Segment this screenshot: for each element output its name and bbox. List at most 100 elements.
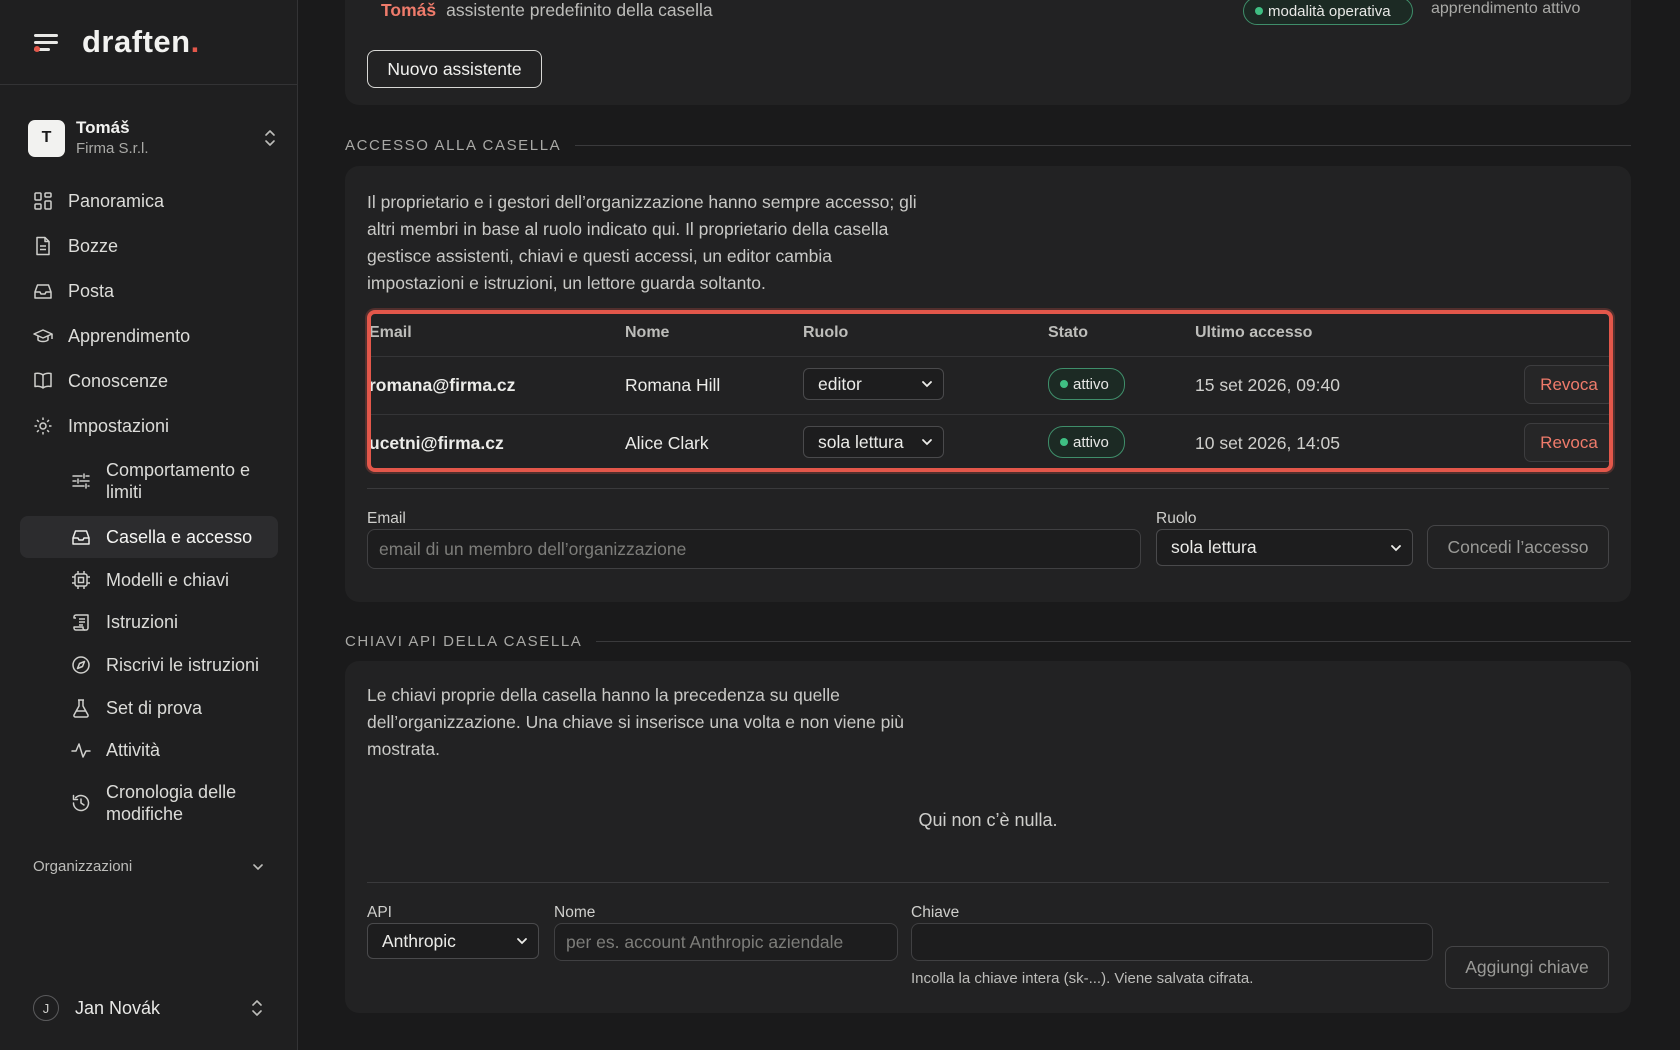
sidebar-item-label: Bozze [68, 236, 119, 256]
document-icon [36, 236, 50, 256]
status-badge: attivo [1048, 368, 1125, 400]
logo[interactable]: draften. [82, 24, 200, 60]
book-icon [34, 372, 52, 389]
column-header-status: Stato [1048, 324, 1088, 341]
grid-icon [34, 192, 52, 210]
sidebar-item-label: Set di prova [106, 698, 203, 718]
chevron-down-icon [517, 938, 527, 945]
api-key-field[interactable] [911, 923, 1433, 961]
sidebar-item-apprendimento[interactable]: Apprendimento [20, 315, 278, 357]
account-avatar: T [28, 119, 65, 157]
assistant-name[interactable]: Tomáš [381, 0, 436, 21]
sidebar-item-bozze[interactable]: Bozze [20, 225, 278, 267]
sidebar-item-label: Posta [68, 281, 115, 301]
sidebar-item-label: Conoscenze [68, 371, 169, 391]
sidebar-item-label: Panoramica [68, 191, 165, 211]
user-menu[interactable]: J Jan Novák [33, 994, 265, 1022]
sidebar-item-label: Riscrivi le istruzioni [106, 655, 260, 675]
graduation-cap-icon [33, 329, 53, 343]
sidebar-item-label: Modelli e chiavi [106, 570, 230, 590]
status-badge: attivo [1048, 426, 1125, 458]
email-label: Email [367, 510, 406, 527]
grant-access-button[interactable]: Concedi l’accesso [1427, 525, 1609, 569]
member-last-access: 15 set 2026, 09:40 [1195, 375, 1340, 395]
member-role-select[interactable]: editor [803, 368, 944, 400]
sliders-icon [72, 473, 90, 489]
sidebar-item-label: Impostazioni [68, 416, 170, 436]
inbox-icon [34, 284, 52, 299]
sidebar-item-label: Cronologia delle modifiche [106, 782, 237, 824]
scroll-icon [73, 614, 89, 631]
chevron-up-down-icon [265, 130, 275, 146]
column-header-email: Email [369, 324, 412, 341]
sidebar-item-cronologia[interactable]: Cronologia delle modifiche [20, 778, 278, 828]
member-role-select[interactable]: sola lettura [803, 426, 944, 458]
sidebar-item-conoscenze[interactable]: Conoscenze [20, 360, 278, 402]
user-name: Jan Novák [75, 997, 161, 1018]
sidebar-item-label: Comportamento e limiti [106, 460, 251, 502]
mode-badge: modalità operativa [1243, 0, 1413, 25]
chevron-down-icon [1391, 544, 1401, 551]
role-select[interactable]: sola lettura [1156, 529, 1413, 566]
member-email: romana@firma.cz [369, 375, 516, 395]
email-field[interactable]: email di un membro dell’organizzazione [367, 529, 1141, 569]
user-avatar: J [33, 995, 59, 1021]
history-icon [72, 794, 90, 812]
sidebar-item-modelli-chiavi[interactable]: Modelli e chiavi [20, 559, 278, 601]
api-keys-section-title: CHIAVI API DELLA CASELLA [345, 631, 1631, 651]
sidebar-item-attivita[interactable]: Attività [20, 729, 278, 771]
access-members-table: Email Nome Ruolo Stato Ultimo accesso ro… [367, 310, 1613, 472]
sidebar-item-set-prova[interactable]: Set di prova [20, 687, 278, 729]
flask-icon [73, 699, 89, 718]
key-name-field[interactable]: per es. account Anthropic aziendale [554, 923, 898, 961]
compass-icon [72, 656, 90, 674]
chip-icon [72, 571, 90, 589]
sidebar-item-istruzioni[interactable]: Istruzioni [20, 601, 278, 643]
access-description: Il proprietario e i gestori dell’organiz… [367, 192, 917, 293]
gear-icon [34, 417, 52, 435]
key-label: Chiave [911, 904, 960, 921]
key-name-label: Nome [554, 904, 596, 921]
row-divider [371, 356, 1609, 357]
api-provider-select[interactable]: Anthropic [367, 923, 539, 959]
account-switcher[interactable]: T Tomáš Firma S.r.l. [28, 116, 278, 160]
sidebar-item-casella-accesso[interactable]: Casella e accesso [20, 516, 278, 558]
chevron-down-icon [253, 863, 263, 870]
member-email: ucetni@firma.cz [369, 433, 504, 453]
inbox-icon [72, 530, 90, 545]
role-label: Ruolo [1156, 510, 1197, 527]
divider [367, 488, 1609, 489]
sidebar-item-label: Attività [106, 740, 161, 760]
sidebar-item-impostazioni[interactable]: Impostazioni [20, 405, 278, 447]
revoke-button[interactable]: Revoca [1524, 365, 1609, 404]
assistant-description: assistente predefinito della casella [446, 0, 713, 20]
row-divider [371, 414, 1609, 415]
new-assistant-button[interactable]: Nuovo assistente [367, 50, 542, 88]
assistant-row: Tomáš assistente predefinito della casel… [381, 0, 713, 21]
member-name: Romana Hill [625, 375, 721, 395]
sidebar-item-posta[interactable]: Posta [20, 270, 278, 312]
empty-state: Qui non c’è nulla. [918, 810, 1058, 830]
api-keys-description: Le chiavi proprie della casella hanno la… [367, 685, 904, 759]
api-key-hint: Incolla la chiave intera (sk-...). Viene… [911, 970, 1254, 987]
main-content: Tomáš assistente predefinito della casel… [298, 0, 1680, 1050]
sidebar-item-panoramica[interactable]: Panoramica [20, 180, 278, 222]
chevron-down-icon [922, 439, 932, 446]
activity-icon [71, 743, 91, 758]
chevron-up-down-icon [252, 1000, 262, 1016]
account-name: Tomáš [76, 118, 130, 137]
organizations-toggle[interactable]: Organizzazioni [33, 858, 265, 875]
sidebar-item-label: Istruzioni [106, 612, 179, 632]
chevron-down-icon [922, 381, 932, 388]
account-org: Firma S.r.l. [76, 140, 149, 157]
sidebar-item-riscrivi[interactable]: Riscrivi le istruzioni [20, 644, 278, 686]
sidebar-item-label: Casella e accesso [106, 527, 253, 547]
api-keys-card: Le chiavi proprie della casella hanno la… [345, 661, 1631, 1013]
revoke-button[interactable]: Revoca [1524, 423, 1609, 462]
add-key-button[interactable]: Aggiungi chiave [1445, 946, 1609, 989]
sidebar-item-comportamento[interactable]: Comportamento e limiti [20, 456, 278, 506]
column-header-role: Ruolo [803, 324, 849, 341]
menu-icon[interactable] [34, 32, 58, 52]
learning-status: apprendimento attivo [1431, 0, 1581, 17]
column-header-name: Nome [625, 324, 670, 341]
